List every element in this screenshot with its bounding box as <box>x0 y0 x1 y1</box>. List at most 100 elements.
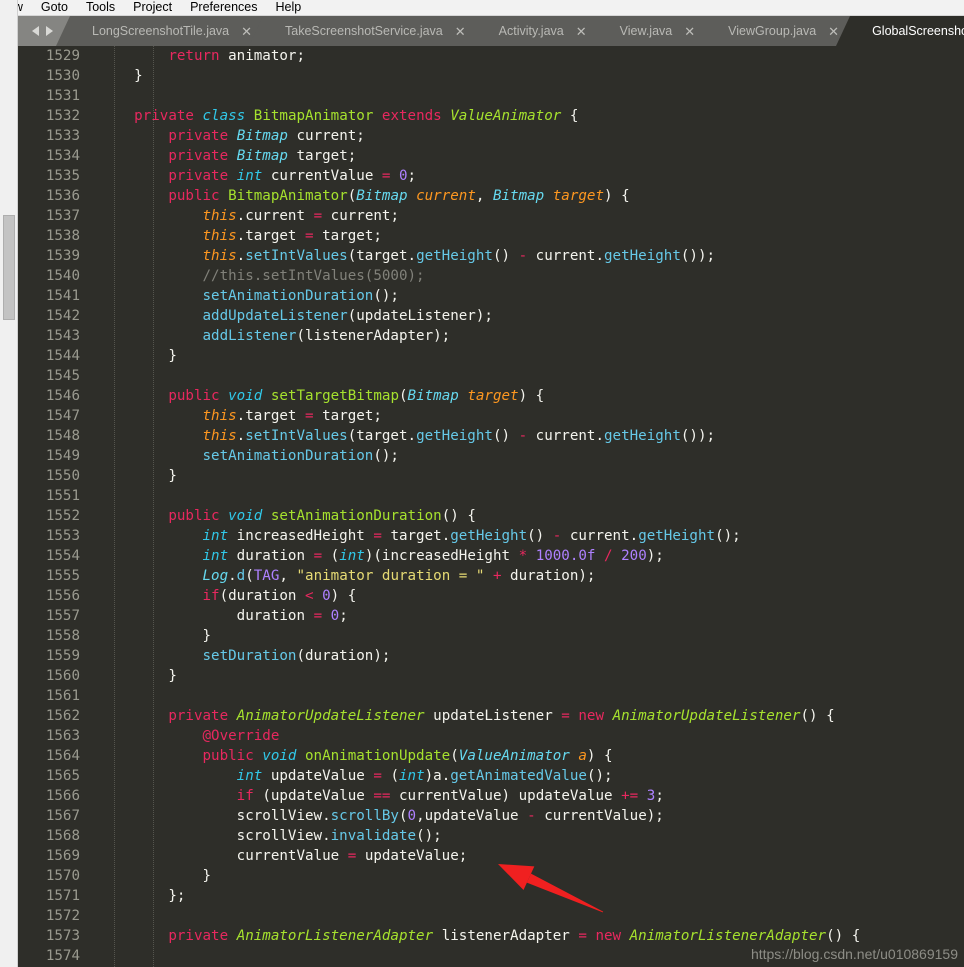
triangle-left-icon[interactable] <box>31 26 39 36</box>
code-line[interactable]: 1548 this.setIntValues(target.getHeight(… <box>18 426 964 446</box>
line-number: 1536 <box>45 188 80 204</box>
tab-label: ViewGroup.java <box>728 24 817 38</box>
code-line[interactable]: 1536 public BitmapAnimator(Bitmap curren… <box>18 186 964 206</box>
code-line[interactable]: 1559 setDuration(duration); <box>18 646 964 666</box>
indent-guide <box>114 46 115 967</box>
code-line-text: //this.setIntValues(5000); <box>202 268 425 284</box>
code-line[interactable]: 1560 } <box>18 666 964 686</box>
menu-item-help[interactable]: Help <box>266 0 310 15</box>
code-line-text: private AnimatorListenerAdapter listener… <box>168 928 861 944</box>
line-number: 1554 <box>45 548 80 564</box>
code-viewport[interactable]: 1529 return animator; 1530 } 1531 1532 priv… <box>18 46 964 967</box>
code-line[interactable]: 1546 public void setTargetBitmap(Bitmap … <box>18 386 964 406</box>
code-line-text: } <box>168 668 177 684</box>
code-line[interactable]: 1569 currentValue = updateValue; <box>18 846 964 866</box>
code-line-text: Log.d(TAG, "animator duration = " + dura… <box>202 568 596 584</box>
watermark-text: https://blog.csdn.net/u010869159 <box>750 946 958 962</box>
code-line-text: this.setIntValues(target.getHeight() - c… <box>202 248 716 264</box>
tab-close-icon[interactable]: ✕ <box>455 25 466 38</box>
code-line[interactable]: 1543 addListener(listenerAdapter); <box>18 326 964 346</box>
line-number: 1540 <box>45 268 80 284</box>
triangle-right-icon[interactable] <box>45 26 53 36</box>
code-line-text: if (updateValue == currentValue) updateV… <box>236 788 664 804</box>
line-number: 1542 <box>45 308 80 324</box>
menu-item-label: Project <box>133 0 173 14</box>
line-number: 1544 <box>45 348 80 364</box>
code-line[interactable]: 1553 int increasedHeight = target.getHei… <box>18 526 964 546</box>
line-number: 1550 <box>45 468 80 484</box>
code-line[interactable]: 1537 this.current = current; <box>18 206 964 226</box>
code-line[interactable]: 1566 if (updateValue == currentValue) up… <box>18 786 964 806</box>
code-line[interactable]: 1570 } <box>18 866 964 886</box>
menu-item-goto[interactable]: Goto <box>32 0 77 15</box>
line-number: 1529 <box>45 48 80 64</box>
code-line[interactable]: 1544 } <box>18 346 964 366</box>
tab-takescreenshotservice-java[interactable]: TakeScreenshotService.java ✕ <box>249 16 491 46</box>
code-line[interactable]: 1567 scrollView.scrollBy(0,updateValue -… <box>18 806 964 826</box>
tab-close-icon[interactable]: ✕ <box>576 25 587 38</box>
code-line-text: private class BitmapAnimator extends Val… <box>134 108 579 124</box>
line-number: 1541 <box>45 288 80 304</box>
tab-close-icon[interactable]: ✕ <box>684 25 695 38</box>
code-line[interactable]: 1568 scrollView.invalidate(); <box>18 826 964 846</box>
menu-item-preferences[interactable]: Preferences <box>181 0 266 15</box>
code-line[interactable]: 1530 } <box>18 66 964 86</box>
code-line[interactable]: 1540 //this.setIntValues(5000); <box>18 266 964 286</box>
line-number: 1534 <box>45 148 80 164</box>
code-line[interactable]: 1551 <box>18 486 964 506</box>
code-line[interactable]: 1556 if(duration < 0) { <box>18 586 964 606</box>
indent-guide <box>153 46 154 967</box>
code-line[interactable]: 1558 } <box>18 626 964 646</box>
line-number: 1555 <box>45 568 80 584</box>
code-line[interactable]: 1562 private AnimatorUpdateListener upda… <box>18 706 964 726</box>
code-line[interactable]: 1564 public void onAnimationUpdate(Value… <box>18 746 964 766</box>
tab-view-java[interactable]: View.java ✕ <box>583 16 720 46</box>
tab-viewgroup-java[interactable]: ViewGroup.java ✕ <box>692 16 864 46</box>
code-line[interactable]: 1549 setAnimationDuration(); <box>18 446 964 466</box>
tab-close-icon[interactable]: ✕ <box>241 25 252 38</box>
code-line[interactable]: 1538 this.target = target; <box>18 226 964 246</box>
line-number: 1574 <box>45 948 80 964</box>
code-line[interactable]: 1534 private Bitmap target; <box>18 146 964 166</box>
code-line[interactable]: 1565 int updateValue = (int)a.getAnimate… <box>18 766 964 786</box>
code-line[interactable]: 1572 <box>18 906 964 926</box>
code-line[interactable]: 1542 addUpdateListener(updateListener); <box>18 306 964 326</box>
code-line[interactable]: 1535 private int currentValue = 0; <box>18 166 964 186</box>
line-number: 1564 <box>45 748 80 764</box>
code-line[interactable]: 1545 <box>18 366 964 386</box>
code-line[interactable]: 1539 this.setIntValues(target.getHeight(… <box>18 246 964 266</box>
line-number: 1566 <box>45 788 80 804</box>
tab-strip: LongScreenshotTile.java ✕ TakeScreenshotSe… <box>55 16 964 46</box>
code-line[interactable]: 1555 Log.d(TAG, "animator duration = " +… <box>18 566 964 586</box>
code-line[interactable]: 1532 private class BitmapAnimator extend… <box>18 106 964 126</box>
line-number: 1543 <box>45 328 80 344</box>
line-number: 1565 <box>45 768 80 784</box>
code-line[interactable]: 1541 setAnimationDuration(); <box>18 286 964 306</box>
menu-item-tools[interactable]: Tools <box>77 0 124 15</box>
menu-item-project[interactable]: Project <box>124 0 181 15</box>
code-line[interactable]: 1547 this.target = target; <box>18 406 964 426</box>
code-line[interactable]: 1571 }; <box>18 886 964 906</box>
code-line[interactable]: 1563 @Override <box>18 726 964 746</box>
code-line[interactable]: 1529 return animator; <box>18 46 964 66</box>
tab-activity-java[interactable]: Activity.java ✕ <box>462 16 612 46</box>
code-line[interactable]: 1552 public void setAnimationDuration() … <box>18 506 964 526</box>
code-line-text: int duration = (int)(increasedHeight * 1… <box>202 548 664 564</box>
code-line[interactable]: 1531 <box>18 86 964 106</box>
code-line[interactable]: 1554 int duration = (int)(increasedHeigh… <box>18 546 964 566</box>
tab-longscreenshottile-java[interactable]: LongScreenshotTile.java ✕ <box>55 16 278 46</box>
line-number: 1562 <box>45 708 80 724</box>
code-line[interactable]: 1573 private AnimatorListenerAdapter lis… <box>18 926 964 946</box>
code-line[interactable]: 1550 } <box>18 466 964 486</box>
tab-label: Activity.java <box>498 24 564 38</box>
scrollbar-thumb[interactable] <box>3 215 15 320</box>
tab-globalscreenshot-java[interactable]: GlobalScreenshot.java✕ <box>836 16 964 46</box>
code-line[interactable]: 1561 <box>18 686 964 706</box>
line-number: 1545 <box>45 368 80 384</box>
code-line-text: return animator; <box>168 48 306 64</box>
line-number: 1553 <box>45 528 80 544</box>
line-number: 1567 <box>45 808 80 824</box>
vertical-scrollbar[interactable] <box>0 0 18 967</box>
code-line[interactable]: 1533 private Bitmap current; <box>18 126 964 146</box>
code-line[interactable]: 1557 duration = 0; <box>18 606 964 626</box>
